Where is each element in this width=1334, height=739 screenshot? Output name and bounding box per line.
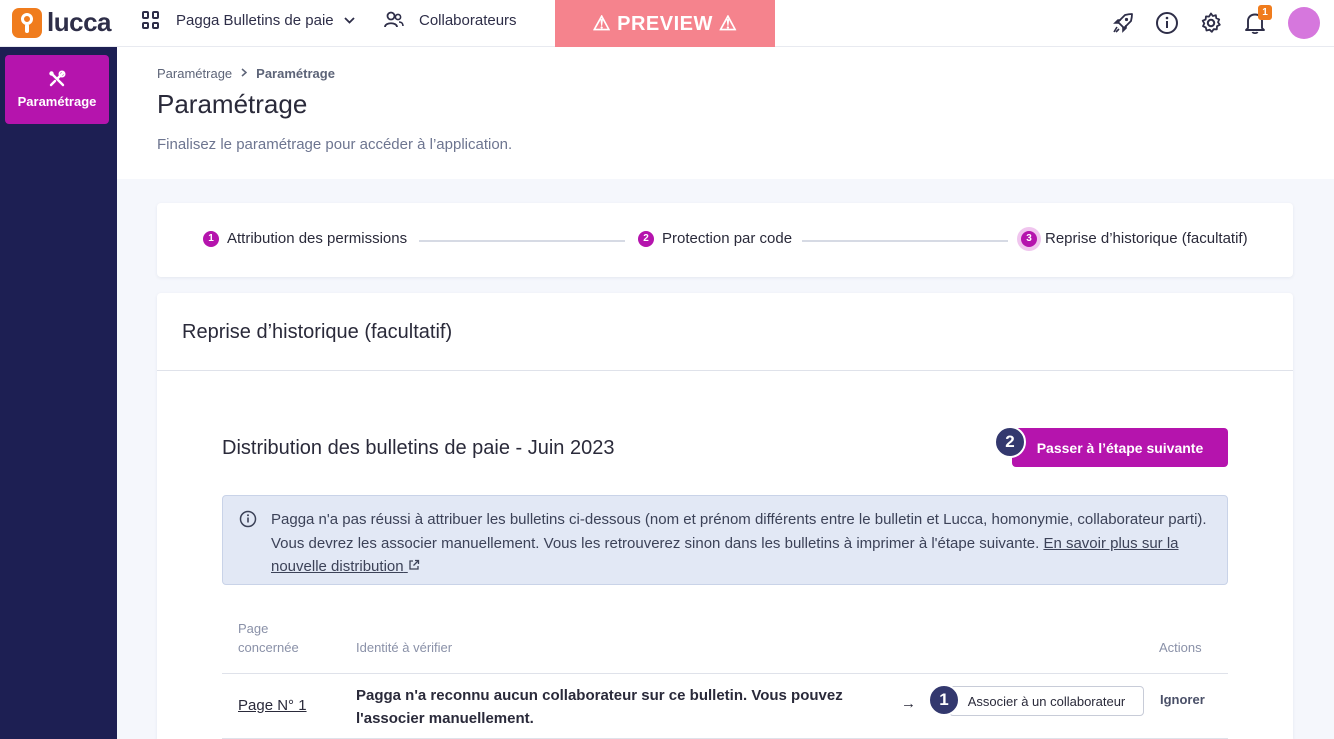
breadcrumb-item[interactable]: Paramétrage: [157, 66, 232, 81]
arrow-right-icon: →: [901, 695, 916, 712]
associate-button[interactable]: Associer à un collaborateur: [949, 686, 1144, 716]
card-title: Reprise d’historique (facultatif): [182, 321, 453, 343]
divider: [222, 673, 1228, 674]
step-connector: [802, 240, 1008, 242]
external-link-icon: [409, 559, 419, 570]
collaborateurs-link[interactable]: Collaborateurs: [384, 11, 517, 29]
app-name: Pagga Bulletins de paie: [176, 11, 334, 29]
step-number: 2: [638, 230, 654, 247]
chevron-right-icon: [241, 67, 248, 80]
apps-grid-icon: [142, 11, 160, 29]
gear-icon[interactable]: [1198, 10, 1224, 36]
info-icon[interactable]: [1154, 10, 1180, 36]
step-number: 1: [203, 230, 219, 247]
column-header-identity: Identité à vérifier: [356, 640, 453, 655]
top-bar: lucca Pagga Bulletins de paie Collaborat…: [0, 0, 1334, 47]
callout-badge: 2: [994, 426, 1026, 458]
column-header-actions: Actions: [1159, 640, 1202, 655]
ignore-button[interactable]: Ignorer: [1160, 692, 1205, 707]
app-switcher[interactable]: Pagga Bulletins de paie: [142, 11, 355, 29]
step-permissions[interactable]: 1 Attribution des permissions: [203, 230, 407, 247]
step-connector: [419, 240, 625, 242]
page-header: Paramétrage Paramétrage Paramétrage Fina…: [117, 47, 1334, 179]
avatar[interactable]: [1288, 7, 1320, 39]
bell-icon[interactable]: 1: [1242, 5, 1272, 36]
callout-badge: 1: [928, 684, 960, 716]
page-title: Paramétrage: [157, 89, 308, 119]
step-protection[interactable]: 2 Protection par code: [638, 230, 792, 247]
lucca-logo[interactable]: lucca: [12, 7, 112, 38]
info-icon: [239, 510, 257, 533]
step-number: 3: [1021, 230, 1037, 247]
notification-badge: 1: [1258, 5, 1272, 20]
step-label: Protection par code: [662, 230, 793, 247]
lucca-logo-icon: [12, 7, 42, 38]
rocket-icon[interactable]: [1110, 10, 1136, 36]
sidebar-item-label: Paramétrage: [17, 94, 97, 109]
column-header-page: Page concernée: [238, 621, 299, 655]
step-label: Reprise d’historique (facultatif): [1045, 230, 1248, 247]
sidebar: Paramétrage: [0, 47, 117, 739]
tools-icon: [49, 70, 66, 87]
users-icon: [384, 11, 404, 28]
preview-banner: ⚠ PREVIEW ⚠: [555, 0, 775, 47]
breadcrumb-current: Paramétrage: [256, 66, 335, 81]
collaborateurs-label: Collaborateurs: [419, 11, 517, 29]
stepper: 1 Attribution des permissions 2 Protecti…: [157, 203, 1293, 277]
next-step-button[interactable]: Passer à l’étape suivante: [1012, 428, 1228, 467]
step-reprise[interactable]: 3 Reprise d’historique (facultatif): [1021, 230, 1248, 247]
divider: [157, 370, 1293, 371]
section-title: Distribution des bulletins de paie - Jui…: [222, 437, 615, 459]
chevron-down-icon: [343, 13, 355, 27]
step-label: Attribution des permissions: [227, 230, 408, 247]
breadcrumb: Paramétrage Paramétrage: [157, 66, 335, 81]
info-alert: Pagga n'a pas réussi à attribuer les bul…: [222, 495, 1228, 585]
identity-message: Pagga n'a reconnu aucun collaborateur su…: [356, 687, 843, 727]
sidebar-item-parametrage[interactable]: Paramétrage: [5, 55, 109, 124]
logo-text: lucca: [47, 7, 112, 37]
alert-text: Pagga n'a pas réussi à attribuer les bul…: [271, 508, 1221, 579]
page-link[interactable]: Page N° 1: [238, 697, 307, 714]
page-subtitle: Finalisez le paramétrage pour accéder à …: [157, 136, 513, 153]
main-card: Reprise d’historique (facultatif) Distri…: [157, 293, 1293, 739]
